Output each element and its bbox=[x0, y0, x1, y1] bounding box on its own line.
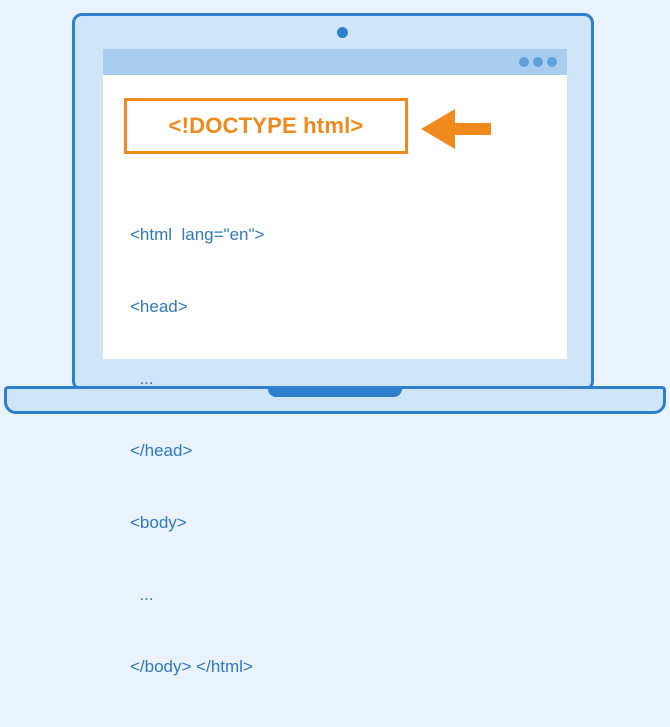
window-dot-icon bbox=[533, 57, 543, 67]
window-dot-icon bbox=[547, 57, 557, 67]
camera-icon bbox=[337, 27, 348, 38]
arrow-left-icon bbox=[421, 109, 491, 149]
code-line: </head> bbox=[130, 441, 193, 460]
window-dot-icon bbox=[519, 57, 529, 67]
code-block: <html lang="en"> <head> ... </head> <bod… bbox=[130, 175, 264, 727]
doctype-label: <!DOCTYPE html> bbox=[168, 113, 364, 138]
doctype-box: <!DOCTYPE html> bbox=[124, 98, 408, 154]
code-line: </body> </html> bbox=[130, 657, 253, 676]
code-line: <head> bbox=[130, 297, 188, 316]
code-line: <html lang="en"> bbox=[130, 225, 265, 244]
browser-window: <!DOCTYPE html> <html lang="en"> <head> … bbox=[103, 49, 567, 676]
laptop-notch bbox=[268, 387, 402, 397]
code-line: ... bbox=[130, 585, 154, 604]
code-line: <body> bbox=[130, 513, 187, 532]
window-titlebar bbox=[103, 49, 567, 75]
